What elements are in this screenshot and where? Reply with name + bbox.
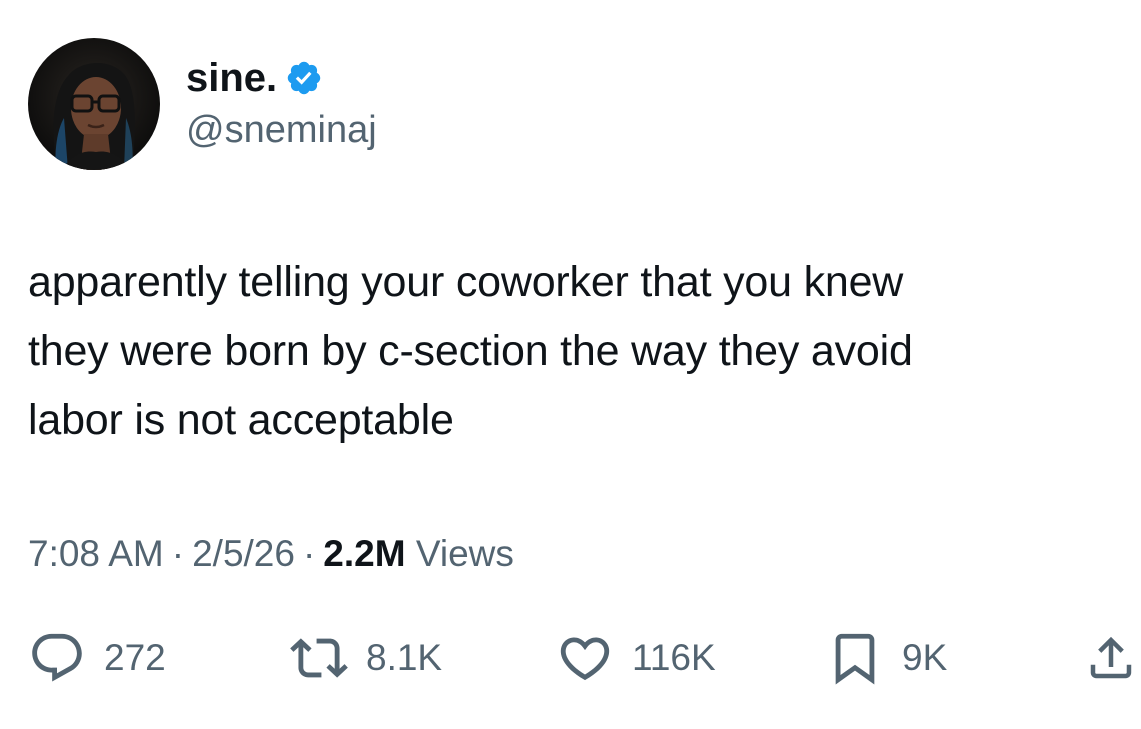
tweet-text: apparently telling your coworker that yo… — [28, 258, 913, 444]
like-count: 116K — [632, 637, 716, 678]
heart-icon — [560, 637, 610, 681]
reply-count: 272 — [104, 637, 166, 678]
repost-icon — [290, 638, 348, 678]
repost-button[interactable]: 8.1K — [290, 628, 442, 688]
action-bar: 272 8.1K 116K 9K — [28, 628, 1138, 688]
meta-separator: · — [302, 533, 316, 574]
tweet-header: sine. @sneminaj — [28, 38, 377, 170]
bookmark-count: 9K — [902, 637, 948, 678]
views-label: Views — [415, 533, 514, 574]
display-name-row: sine. — [186, 54, 377, 102]
author-display-name[interactable]: sine. — [186, 54, 277, 102]
reply-icon — [32, 633, 82, 682]
meta-separator: · — [171, 533, 185, 574]
bookmark-icon — [835, 633, 875, 685]
author-names: sine. @sneminaj — [186, 54, 377, 154]
verified-badge-icon — [285, 59, 323, 97]
tweet-meta: 7:08 AM · 2/5/26 · 2.2M Views — [28, 530, 514, 578]
bookmark-button[interactable]: 9K — [826, 628, 947, 688]
tweet-time[interactable]: 7:08 AM — [28, 533, 164, 574]
views-count[interactable]: 2.2M — [323, 533, 405, 574]
reply-button[interactable]: 272 — [28, 628, 166, 688]
author-handle[interactable]: @sneminaj — [186, 106, 377, 154]
avatar[interactable] — [28, 38, 160, 170]
share-button[interactable] — [1084, 628, 1138, 688]
tweet-card: sine. @sneminaj apparently telling your … — [0, 0, 1141, 729]
tweet-date[interactable]: 2/5/26 — [192, 533, 295, 574]
like-button[interactable]: 116K — [556, 628, 716, 688]
avatar-image — [28, 38, 160, 170]
repost-count: 8.1K — [366, 637, 443, 678]
share-icon — [1090, 636, 1132, 679]
